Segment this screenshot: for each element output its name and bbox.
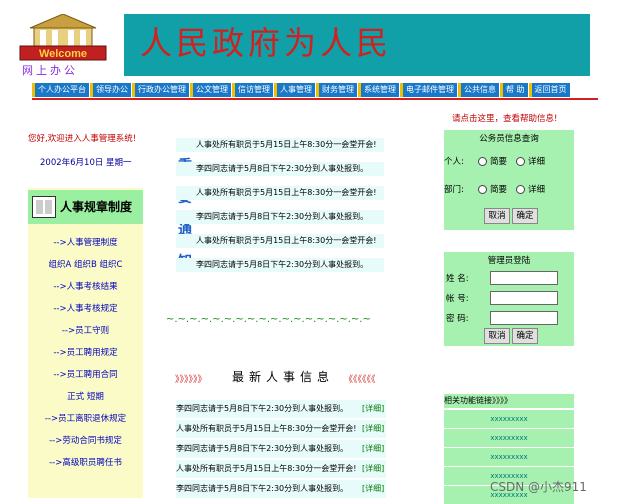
latest-right-arrows: 《《《《《《 <box>344 375 376 385</box>
nav-item-8[interactable]: 电子邮件管理 <box>400 83 457 97</box>
watermark: CSDN @小杰911 <box>490 480 587 494</box>
notice-item[interactable]: 人事处所有职员于5月15日上午8:30分一会堂开会! <box>176 138 384 152</box>
account-input[interactable] <box>490 291 558 305</box>
notice-item[interactable]: 人事处所有职员于5月15日上午8:30分一会堂开会! <box>176 234 384 248</box>
rule-link-4[interactable]: -->员工守则 <box>28 324 143 336</box>
name-input[interactable] <box>490 271 558 285</box>
rule-link-0[interactable]: -->人事管理制度 <box>28 236 143 248</box>
rule-link-3[interactable]: -->人事考核规定 <box>28 302 143 314</box>
latest-row: 李四同志请于5月8日下午2:30分到人事处报到。 [详细] <box>176 400 386 418</box>
notice-item[interactable]: 李四同志请于5月8日下午2:30分到人事处报到。 <box>176 258 384 272</box>
nav-item-10[interactable]: 帮 助 <box>500 83 528 97</box>
related-link[interactable]: xxxxxxxxx <box>444 429 574 447</box>
rule-link-5[interactable]: -->员工聘用规定 <box>28 346 143 358</box>
wavy-divider: ~.~.~.~.~.~.~.~.~.~.~.~.~.~.~.~.~.~ <box>166 314 371 325</box>
personal-simple-radio[interactable] <box>478 157 487 166</box>
nav-item-5[interactable]: 人事管理 <box>274 83 315 97</box>
related-link[interactable]: xxxxxxxxx <box>444 410 574 428</box>
rule-link-8[interactable]: -->员工离职退休规定 <box>28 412 143 424</box>
query-title: 公务员信息查询 <box>479 134 539 144</box>
latest-text[interactable]: 李四同志请于5月8日下午2:30分到人事处报到。 <box>176 480 348 498</box>
main-nav: 个人办公平台 领导办公 行政办公管理 公文管理 信访管理 人事管理 财务管理 系统管理 电子邮件… <box>32 83 598 97</box>
password-input[interactable] <box>490 311 558 325</box>
notice-item[interactable]: 人事处所有职员于5月15日上午8:30分一会堂开会! <box>176 186 384 200</box>
password-label: 密 码: <box>446 314 469 324</box>
query-cancel-button[interactable]: 取消 <box>484 208 510 224</box>
rule-link-9[interactable]: -->劳动合同书规定 <box>28 434 143 446</box>
current-date: 2002年6月10日 星期一 <box>40 158 132 168</box>
banner-title: 人民政府为人民 <box>140 24 393 62</box>
notice-item[interactable]: 李四同志请于5月8日下午2:30分到人事处报到。 <box>176 210 384 224</box>
latest-row: 人事处所有职员于5月15日上午8:30分一会堂开会! [详细] <box>176 460 386 478</box>
dept-label: 部门: <box>444 185 464 195</box>
latest-row: 人事处所有职员于5月15日上午8:30分一会堂开会! [详细] <box>176 420 386 438</box>
latest-text[interactable]: 李四同志请于5月8日下午2:30分到人事处报到。 <box>176 440 348 458</box>
rule-link-1[interactable]: 组织A 组织B 组织C <box>28 258 143 270</box>
links-title: 相关功能链接》》》》 <box>444 394 574 408</box>
latest-title: 最新人事信息 <box>232 370 335 384</box>
notice-item[interactable]: 李四同志请于5月8日下午2:30分到人事处报到。 <box>176 162 384 176</box>
nav-item-11[interactable]: 返回首页 <box>528 83 570 97</box>
dept-detail-radio[interactable] <box>516 185 525 194</box>
personal-label: 个人: <box>444 157 464 167</box>
latest-text[interactable]: 李四同志请于5月8日下午2:30分到人事处报到。 <box>176 400 348 418</box>
related-link[interactable]: xxxxxxxxx <box>444 448 574 466</box>
latest-detail-link[interactable]: [详细] <box>362 480 384 498</box>
query-ok-button[interactable]: 确定 <box>512 208 538 224</box>
personal-simple-label: 简要 <box>490 157 508 167</box>
account-label: 帐 号: <box>446 294 469 304</box>
name-label: 姓 名: <box>446 274 469 284</box>
nav-item-9[interactable]: 公共信息 <box>458 83 499 97</box>
login-cancel-button[interactable]: 取消 <box>484 328 510 344</box>
nav-item-6[interactable]: 财务管理 <box>316 83 357 97</box>
latest-detail-link[interactable]: [详细] <box>362 420 384 438</box>
dept-detail-label: 详细 <box>528 185 546 195</box>
nav-item-1[interactable]: 领导办公 <box>90 83 131 97</box>
welcome-message: 您好,欢迎进入人事管理系统! <box>28 134 137 144</box>
latest-row: 李四同志请于5月8日下午2:30分到人事处报到。 [详细] <box>176 440 386 458</box>
login-title: 管理员登陆 <box>487 256 531 266</box>
rules-title: 人事规章制度 <box>60 200 133 214</box>
latest-row: 李四同志请于5月8日下午2:30分到人事处报到。 [详细] <box>176 480 386 498</box>
latest-text[interactable]: 人事处所有职员于5月15日上午8:30分一会堂开会! <box>176 420 356 438</box>
rule-link-7[interactable]: 正式 短期 <box>28 390 143 402</box>
latest-text[interactable]: 人事处所有职员于5月15日上午8:30分一会堂开会! <box>176 460 356 478</box>
rules-panel <box>28 188 143 498</box>
nav-divider <box>32 98 598 100</box>
nav-item-0[interactable]: 个人办公平台 <box>32 83 89 97</box>
help-link[interactable]: 请点击这里，查看帮助信息! <box>452 112 557 124</box>
nav-item-4[interactable]: 信访管理 <box>232 83 273 97</box>
latest-detail-link[interactable]: [详细] <box>362 460 384 478</box>
latest-detail-link[interactable]: [详细] <box>362 440 384 458</box>
logo-subtitle: 网上办公 <box>22 64 78 77</box>
book-icon <box>32 196 56 218</box>
login-ok-button[interactable]: 确定 <box>512 328 538 344</box>
dept-simple-label: 简要 <box>490 185 508 195</box>
nav-item-3[interactable]: 公文管理 <box>190 83 231 97</box>
dept-simple-radio[interactable] <box>478 185 487 194</box>
rule-link-6[interactable]: -->员工聘用合同 <box>28 368 143 380</box>
latest-detail-link[interactable]: [详细] <box>362 400 384 418</box>
nav-item-7[interactable]: 系统管理 <box>358 83 399 97</box>
rule-link-10[interactable]: -->高级职员聘任书 <box>28 456 143 468</box>
nav-item-2[interactable]: 行政办公管理 <box>132 83 189 97</box>
personal-detail-label: 详细 <box>528 157 546 167</box>
rule-link-2[interactable]: -->人事考核结果 <box>28 280 143 292</box>
personal-detail-radio[interactable] <box>516 157 525 166</box>
logo-text: Welcome <box>39 48 87 60</box>
latest-left-arrows: 》》》》》》 <box>175 375 207 385</box>
